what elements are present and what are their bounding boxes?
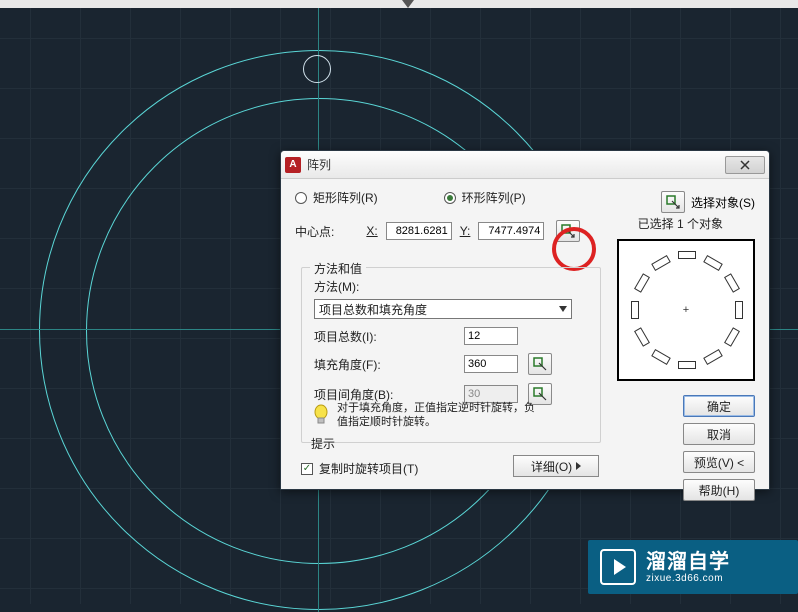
help-button[interactable]: 帮助(H) — [683, 479, 755, 501]
dialog-titlebar[interactable]: A 阵列 — [281, 151, 769, 179]
hint-row: 对于填充角度，正值指定逆时针旋转，负 值指定顺时针旋转。 — [311, 401, 603, 429]
array-dialog: A 阵列 矩形阵列(R) 环形阵列(P) 选择对象(S) 已 — [280, 150, 770, 490]
method-combo-value: 项目总数和填充角度 — [319, 301, 427, 318]
app-icon: A — [285, 157, 301, 173]
hint-caption: 提示 — [311, 435, 335, 452]
fill-angle-input[interactable] — [464, 355, 518, 373]
watermark: 溜溜自学 zixue.3d66.com — [588, 540, 798, 594]
copy-rotate-checkbox[interactable] — [301, 463, 313, 475]
pick-angle-icon — [533, 357, 547, 371]
center-x-input[interactable] — [386, 222, 452, 240]
radio-polar-array[interactable] — [444, 192, 456, 204]
chevron-right-icon — [576, 462, 581, 470]
center-y-label: Y: — [460, 224, 471, 238]
method-combo[interactable]: 项目总数和填充角度 — [314, 299, 572, 319]
ok-button[interactable]: 确定 — [683, 395, 755, 417]
preview-button[interactable]: 预览(V) < — [683, 451, 755, 473]
radio-rect-label: 矩形阵列(R) — [313, 189, 378, 206]
close-icon — [740, 160, 750, 170]
total-items-label: 项目总数(I): — [314, 328, 464, 345]
method-label: 方法(M): — [314, 278, 588, 295]
ruler-marker-icon — [402, 0, 414, 8]
watermark-url: zixue.3d66.com — [646, 573, 730, 584]
close-button[interactable] — [725, 156, 765, 174]
watermark-brand: 溜溜自学 — [646, 551, 730, 573]
center-label: 中心点: — [295, 223, 334, 240]
pick-center-button[interactable] — [556, 220, 580, 242]
canvas-small-circle — [303, 55, 331, 83]
select-icon — [666, 195, 680, 209]
top-ruler-strip — [0, 0, 798, 8]
lightbulb-icon — [311, 401, 331, 429]
angle-between-label: 项目间角度(B): — [314, 386, 464, 403]
pick-point-icon — [561, 224, 575, 238]
selected-count: 已选择 1 个对象 — [638, 215, 723, 232]
radio-polar-label: 环形阵列(P) — [462, 189, 526, 206]
preview-panel: + — [617, 239, 755, 381]
total-items-input[interactable] — [464, 327, 518, 345]
select-objects-button[interactable] — [661, 191, 685, 213]
fill-angle-label: 填充角度(F): — [314, 356, 464, 373]
cancel-button[interactable]: 取消 — [683, 423, 755, 445]
select-objects-label[interactable]: 选择对象(S) — [691, 194, 755, 211]
hint-line2: 值指定顺时针旋转。 — [337, 415, 535, 429]
center-y-input[interactable] — [478, 222, 544, 240]
hint-line1: 对于填充角度，正值指定逆时针旋转，负 — [337, 401, 535, 415]
preview-center-marker: + — [683, 304, 689, 316]
pick-angle-between-icon — [533, 387, 547, 401]
center-x-label: X: — [366, 224, 377, 238]
details-button-label: 详细(O) — [531, 458, 572, 475]
pick-fill-angle-button[interactable] — [528, 353, 552, 375]
radio-rect-array[interactable] — [295, 192, 307, 204]
watermark-play-icon — [600, 549, 636, 585]
details-button[interactable]: 详细(O) — [513, 455, 599, 477]
copy-rotate-label: 复制时旋转项目(T) — [319, 460, 418, 477]
dialog-title: 阵列 — [307, 156, 725, 173]
chevron-down-icon — [559, 306, 567, 312]
